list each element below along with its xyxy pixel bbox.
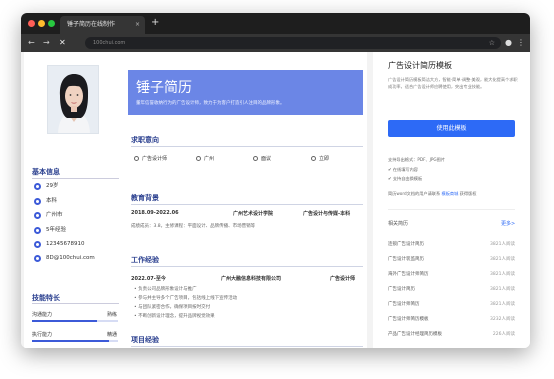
work-bullet: • 与团队紧密合作，确保项目按时交付 [134,305,211,310]
info-experience: 5年经验 [34,226,66,234]
skill-name: 执行能力 [32,332,53,338]
browser-window: 锤子简历在线制作 × + ← → ✕ 100chui.com ☆ ● ⋮ 基本信… [21,13,530,348]
location-icon [34,211,41,219]
info-phone: 12345678910 [34,240,85,248]
section-divider [32,303,119,304]
copyright-note: 简历word文档的用户请联系 模板商城 获得版权 [388,191,477,196]
skill-level: 精通 [107,332,118,338]
job-salary: 面议 [253,155,271,162]
related-more-link[interactable]: 更多> [501,220,515,227]
section-divider [131,266,363,267]
bookmark-star-icon[interactable]: ☆ [489,37,495,49]
page-viewport: 基本信息 29岁 本科 广州市 5年经验 12345678910 8D@100c… [21,52,530,348]
money-icon [253,156,258,161]
resume-name: 锤子简历 [136,80,192,96]
work-bullet: • 参与并主导多个广告项目，包括线上线下宣传活动 [134,296,238,301]
related-item[interactable]: 连锁广告设计简历 3821人阅读 [388,241,515,247]
template-description: 广告设计简历模板简洁大方，智能·简单·调整·美观，能大化提高个求职成功率，适合广… [388,77,518,89]
maximize-window-icon[interactable] [48,20,55,27]
related-item[interactable]: 产品广告设计经理简历模板 226人阅读 [388,331,515,337]
job-intention-title: 求职意向 [131,136,159,144]
tab-close-icon[interactable]: × [135,16,140,34]
related-item[interactable]: 广告设计师简历模板 3232人阅读 [388,316,515,322]
related-item[interactable]: 海外广告设计师简历 3821人阅读 [388,271,515,277]
menu-icon[interactable]: ⋮ [517,37,525,49]
url-text: 100chui.com [93,40,126,46]
basic-info-title: 基本信息 [32,168,60,176]
related-item[interactable]: 广告设计简历 3821人阅读 [388,286,515,292]
section-divider [32,178,119,179]
work-bullet: • 负责公司品牌形象设计与推广 [134,287,197,292]
briefcase-icon [34,226,41,234]
job-position: 广告设计师 [134,155,167,162]
skill-bar [32,340,118,342]
bulb-icon [134,156,139,161]
feature-item: ✔ 在线填写内容 [388,167,418,172]
resume-preview: 基本信息 29岁 本科 广州市 5年经验 12345678910 8D@100c… [24,52,367,348]
resume-subtitle: 董年信誉收纳行为的广告设计师，致力于为客户打造引人注目的品牌形象。 [136,101,285,106]
close-window-icon[interactable] [28,20,35,27]
name-banner: 锤子简历 董年信誉收纳行为的广告设计师，致力于为客户打造引人注目的品牌形象。 [128,70,363,115]
template-store-link[interactable]: 模板商城 [442,191,459,196]
toolbar: ← → ✕ 100chui.com ☆ ● ⋮ [21,34,530,52]
work-role: 广告设计师 [330,276,356,282]
browser-tab[interactable]: 锤子简历在线制作 × [60,16,145,34]
section-divider [131,204,363,205]
skill-bar-fill [32,340,110,342]
new-tab-icon[interactable]: + [151,16,159,30]
back-icon[interactable]: ← [28,37,35,49]
panel-divider [388,209,515,210]
skill-bar [32,320,118,322]
edu-major: 广告设计与传媒-本科 [303,211,351,217]
info-age: 29岁 [34,182,59,190]
work-bullet: • 不断创新设计理念，提升品牌视觉效果 [134,314,215,319]
job-availability: 立即 [311,155,329,162]
tab-title: 锤子简历在线制作 [67,21,116,28]
related-item[interactable]: 广告设计装监简历 3821人阅读 [388,256,515,262]
info-email: 8D@100chui.com [34,254,95,262]
profile-photo [47,65,99,134]
person-icon [34,182,41,190]
skill-level: 熟练 [107,312,118,318]
related-title: 相关简历 [388,221,409,227]
education-title: 教育背景 [131,194,159,202]
tab-bar: 锤子简历在线制作 × + [21,13,530,34]
job-city: 广州 [196,155,214,162]
project-experience-title: 项目经验 [131,336,159,344]
clock-icon [311,156,316,161]
skill-name: 沟通能力 [32,312,53,318]
edu-detail: 成绩成员：3.8，主修课程：平面设计、品牌传播、市场营销等 [131,224,256,229]
template-title: 广告设计简历模板 [388,61,452,70]
section-divider [131,146,363,147]
work-date: 2022.07-至今 [131,276,166,282]
template-panel: 广告设计简历模板 广告设计简历模板简洁大方，智能·简单·调整·美观，能大化提高个… [373,52,530,348]
edu-school: 广州艺术设计学院 [233,211,274,217]
info-city: 广州市 [34,211,63,219]
forward-icon[interactable]: → [43,37,50,49]
work-company: 广州大融信息科技有限公司 [221,276,282,282]
stop-icon[interactable]: ✕ [59,37,66,49]
section-divider [131,346,363,347]
feature-item: ✔ 支持自由换模板 [388,176,423,181]
work-experience-title: 工作经验 [131,256,159,264]
edu-date: 2018.09-2022.06 [131,210,179,216]
graduation-cap-icon [34,197,41,205]
email-icon [34,254,41,262]
phone-icon [34,240,41,248]
skill-bar-fill [32,320,97,322]
minimize-window-icon[interactable] [38,20,45,27]
skills-title: 技能特长 [32,294,60,302]
info-education: 本科 [34,197,57,205]
building-icon [196,156,201,161]
resume-left-column: 基本信息 29岁 本科 广州市 5年经验 12345678910 8D@100c… [24,52,124,348]
address-bar[interactable]: 100chui.com ☆ [85,37,501,49]
related-item[interactable]: 广告设计师简历 3821人阅读 [388,301,515,307]
export-formats: 支持导出格式：PDF、JPG图片 [388,157,446,162]
use-template-button[interactable]: 使用此模板 [388,120,515,137]
profile-icon[interactable]: ● [505,37,512,49]
